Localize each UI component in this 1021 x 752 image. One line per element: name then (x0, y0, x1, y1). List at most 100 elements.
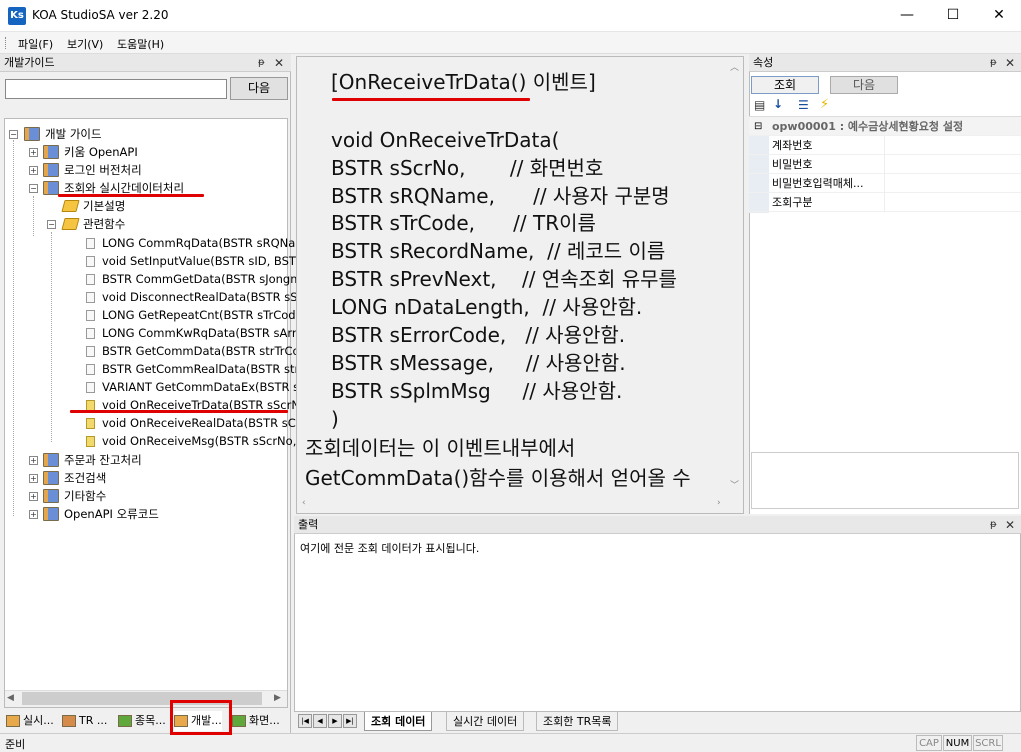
search-input[interactable] (5, 79, 227, 99)
doc-heading: [OnReceiveTrData() 이벤트] (331, 70, 596, 94)
tab-icon (118, 715, 132, 727)
scroll-left-icon[interactable]: ‹ (302, 498, 306, 508)
status-bar (0, 733, 1021, 752)
expand-toggle[interactable]: + (29, 492, 38, 501)
tree-item-on-receive-msg[interactable]: void OnReceiveMsg(BSTR sScrNo, (102, 432, 296, 450)
query-tab[interactable]: 조회 (751, 76, 819, 94)
collapse-icon[interactable]: ⊟ (754, 117, 762, 136)
doc-line: ) (331, 407, 339, 431)
minimize-button[interactable]: — (884, 0, 930, 30)
tree-item-on-receive-real-data[interactable]: void OnReceiveRealData(BSTR sCo (102, 414, 303, 432)
property-row[interactable]: 비밀번호 (749, 155, 1021, 174)
tree-item-func[interactable]: BSTR GetCommRealData(BSTR strC (102, 360, 307, 378)
property-label: 비밀번호입력매체... (772, 177, 864, 190)
tab-realtime-data[interactable]: 실시간 데이터 (446, 712, 525, 731)
next-tab-icon[interactable]: ▶ (328, 714, 342, 728)
annotation-box (170, 700, 232, 735)
menu-file[interactable]: 파일(F) (18, 36, 53, 52)
tree-item-func[interactable]: LONG GetRepeatCnt(BSTR sTrCode (102, 306, 303, 324)
pin-icon[interactable]: ᵽ (258, 57, 265, 68)
close-icon[interactable]: ✕ (1005, 518, 1015, 532)
annotation-underline (70, 410, 288, 413)
tree-item-misc[interactable]: 기타함수 (64, 487, 106, 505)
tree-item-condition-search[interactable]: 조건검색 (64, 469, 106, 487)
doc-line: BSTR sRecordName, // 레코드 이름 (331, 239, 666, 263)
tab-query-data[interactable]: 조회 데이터 (364, 712, 433, 731)
menu-help[interactable]: 도움말(H) (117, 36, 164, 52)
close-button[interactable]: ✕ (976, 0, 1021, 30)
property-row[interactable]: 계좌번호 (749, 136, 1021, 155)
scroll-up-icon[interactable]: ︿ (730, 60, 739, 73)
property-row[interactable]: 비밀번호입력매체... (749, 174, 1021, 193)
app-icon: Ks (8, 7, 26, 25)
pin-icon[interactable]: ᵽ (990, 57, 997, 68)
divider (884, 174, 885, 193)
doc-line: BSTR sScrNo, // 화면번호 (331, 156, 604, 180)
folder-icon (61, 218, 80, 230)
events-icon[interactable]: ⚡ (820, 97, 829, 112)
collapse-toggle[interactable]: − (29, 184, 38, 193)
vertical-scrollbar[interactable] (726, 58, 743, 494)
scroll-left-icon[interactable]: ◀ (7, 693, 14, 703)
tree-item-error-codes[interactable]: OpenAPI 오류코드 (64, 505, 159, 523)
properties-title: 속성 (753, 56, 774, 69)
close-icon[interactable]: ✕ (1005, 56, 1015, 70)
event-icon (86, 436, 95, 447)
document-icon (86, 274, 95, 285)
property-label: 비밀번호 (772, 158, 813, 171)
tab-stocks[interactable]: 종목... (118, 711, 166, 731)
doc-line: BSTR sRQName, // 사용자 구분명 (331, 184, 670, 208)
properties-icon[interactable]: ☰ (798, 98, 809, 112)
sort-az-icon[interactable]: ↓ (773, 97, 783, 111)
book-icon (43, 453, 59, 467)
tree-item-kiwoom-openapi[interactable]: 키움 OpenAPI (64, 143, 138, 161)
document-icon (86, 346, 95, 357)
scroll-lock-indicator: SCRL (973, 735, 1003, 751)
book-icon (43, 181, 59, 195)
scroll-right-icon[interactable]: › (717, 498, 721, 508)
scroll-down-icon[interactable]: ﹀ (730, 478, 739, 491)
expand-toggle[interactable]: + (29, 166, 38, 175)
close-icon[interactable]: ✕ (274, 56, 284, 70)
categorized-icon[interactable]: ▤ (754, 98, 765, 112)
expand-toggle[interactable]: + (29, 510, 38, 519)
tree-root[interactable]: 개발 가이드 (45, 125, 102, 143)
doc-line: BSTR sMessage, // 사용안함. (331, 351, 626, 375)
tree-item-func[interactable]: BSTR GetCommData(BSTR strTrCo (102, 342, 300, 360)
tree-item-func[interactable]: LONG CommRqData(BSTR sRQNa (102, 234, 295, 252)
tree-item-func[interactable]: BSTR CommGetData(BSTR sJongm (102, 270, 301, 288)
tree-item-login[interactable]: 로그인 버전처리 (64, 161, 142, 179)
horizontal-scrollbar[interactable] (298, 495, 726, 512)
collapse-toggle[interactable]: − (47, 220, 56, 229)
next-tab[interactable]: 다음 (830, 76, 898, 94)
menu-view[interactable]: 보기(V) (67, 36, 103, 52)
tree-item-func[interactable]: VARIANT GetCommDataEx(BSTR s (102, 378, 299, 396)
expand-toggle[interactable]: + (29, 456, 38, 465)
prev-tab-icon[interactable]: ◀ (313, 714, 327, 728)
tab-screens[interactable]: 화면... (232, 711, 280, 731)
tree-item-functions[interactable]: 관련함수 (83, 215, 125, 233)
property-group[interactable]: ⊟ opw00001 : 예수금상세현황요청 설정 (749, 117, 1021, 136)
pin-icon[interactable]: ᵽ (990, 519, 997, 530)
last-tab-icon[interactable]: ▶| (343, 714, 357, 728)
expand-toggle[interactable]: + (29, 148, 38, 157)
tab-tr[interactable]: TR ... (62, 711, 107, 731)
document-icon (86, 328, 95, 339)
doc-line: BSTR sSplmMsg // 사용안함. (331, 379, 623, 403)
tree-item-func[interactable]: void SetInputValue(BSTR sID, BSTF (102, 252, 303, 270)
first-tab-icon[interactable]: |◀ (298, 714, 312, 728)
tree-item-func[interactable]: LONG CommKwRqData(BSTR sArr (102, 324, 297, 342)
tree-item-orders[interactable]: 주문과 잔고처리 (64, 451, 142, 469)
book-icon (43, 489, 59, 503)
tree-connector (33, 196, 34, 236)
expand-toggle[interactable]: + (29, 474, 38, 483)
tree-item-basic[interactable]: 기본설명 (83, 197, 125, 215)
collapse-toggle[interactable]: − (9, 130, 18, 139)
scroll-right-icon[interactable]: ▶ (274, 693, 281, 703)
maximize-button[interactable]: ☐ (930, 0, 976, 30)
tree-item-func[interactable]: void DisconnectRealData(BSTR sSc (102, 288, 304, 306)
tab-queried-tr-list[interactable]: 조회한 TR목록 (536, 712, 619, 731)
next-button[interactable]: 다음 (230, 77, 288, 100)
property-row[interactable]: 조회구분 (749, 193, 1021, 212)
tab-realtime[interactable]: 실시... (6, 711, 54, 731)
